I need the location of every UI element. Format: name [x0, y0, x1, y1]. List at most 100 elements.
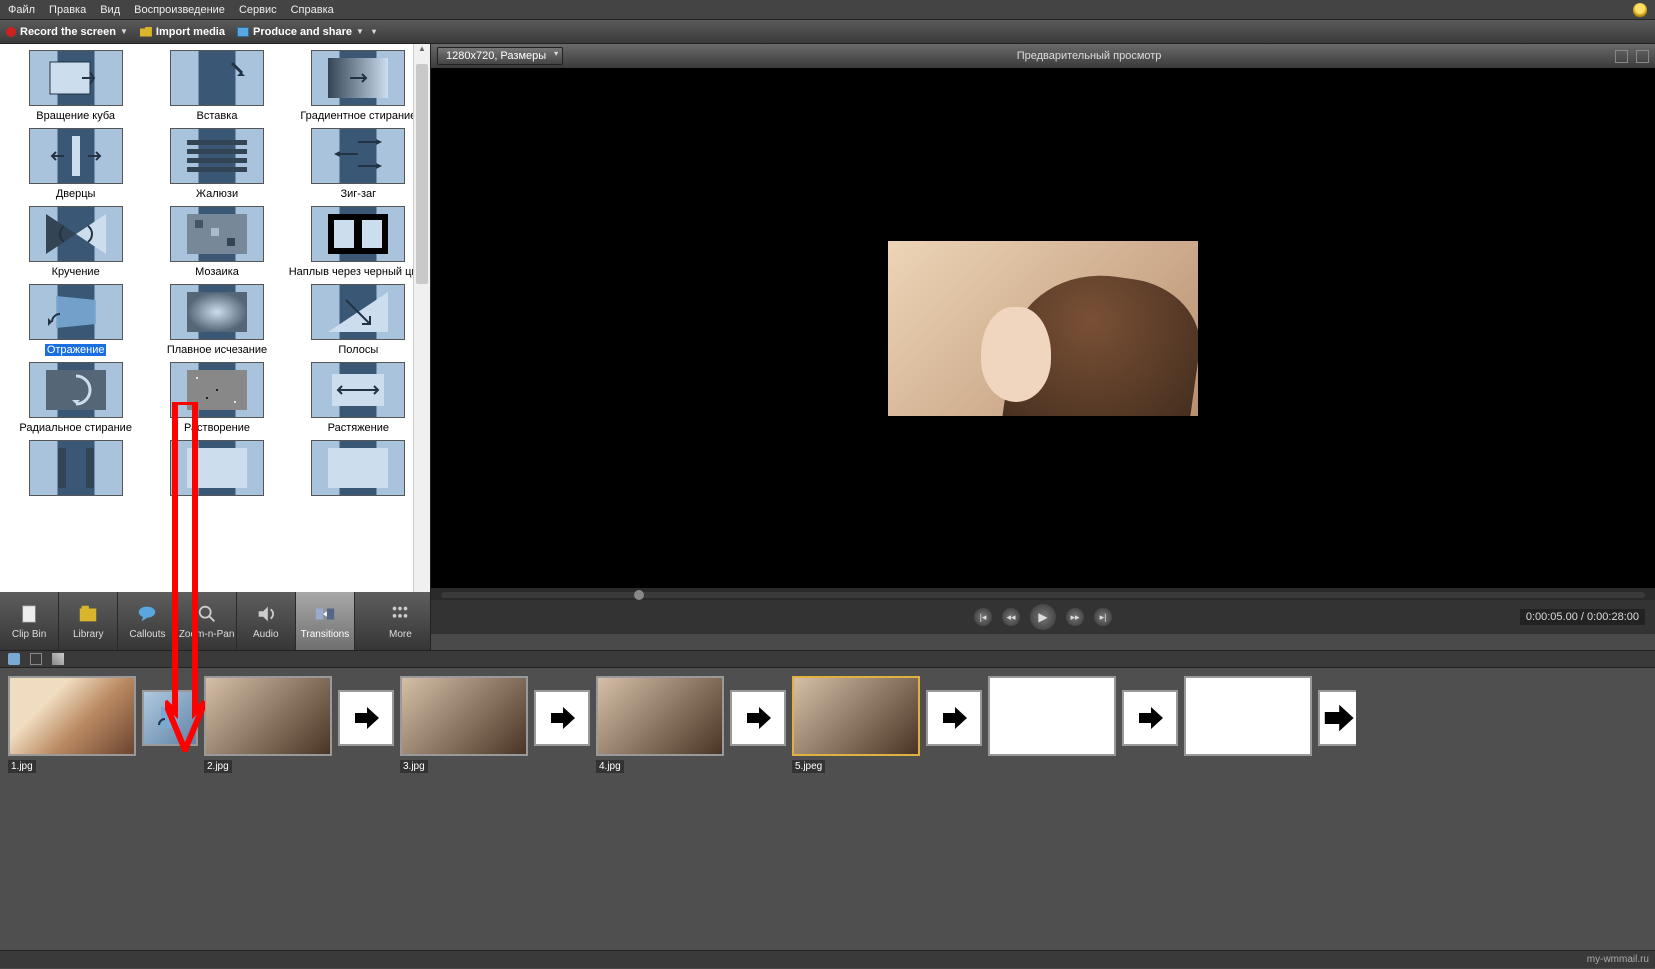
editor-tab-strip: Clip Bin LibraryCalloutsZoom-n-Pan Audio Tr…: [0, 592, 430, 650]
fullscreen-icon[interactable]: [1615, 50, 1628, 63]
time-display: 0:00:05.00 / 0:00:28:00: [1520, 609, 1645, 625]
transitions-scrollbar[interactable]: ▲ ▼: [413, 44, 430, 634]
timeline-clip[interactable]: 2.jpg: [204, 676, 332, 773]
tab-transitions[interactable]: Transitions: [296, 592, 355, 650]
scroll-up-icon[interactable]: ▲: [414, 44, 430, 61]
import-media-button[interactable]: Import media: [140, 26, 225, 38]
transition-label: Мозаика: [147, 266, 286, 278]
transition-item[interactable]: Мозаика: [147, 206, 286, 278]
tool-cursor-icon[interactable]: [52, 653, 64, 665]
transition-item[interactable]: Радиальное стирание: [6, 362, 145, 434]
transition-slot[interactable]: [338, 690, 394, 746]
transition-item[interactable]: Кручение: [6, 206, 145, 278]
dimensions-dropdown[interactable]: 1280x720, Размеры: [437, 47, 563, 65]
transition-item[interactable]: [6, 440, 145, 500]
tab-label: More: [389, 629, 412, 640]
scrollbar-thumb[interactable]: [416, 64, 428, 284]
transition-item[interactable]: Вращение куба: [6, 50, 145, 122]
transition-label: Зиг-заг: [289, 188, 428, 200]
seek-bar[interactable]: [441, 592, 1645, 598]
transition-thumb: [170, 440, 264, 496]
popout-icon[interactable]: [1636, 50, 1649, 63]
tab-library[interactable]: Library: [59, 592, 118, 650]
clip-thumbnail: [596, 676, 724, 756]
clip-filename: 3.jpg: [400, 760, 428, 773]
transition-thumb: [29, 284, 123, 340]
transition-item[interactable]: [147, 440, 286, 500]
transition-thumb: [311, 284, 405, 340]
transition-item[interactable]: Дверцы: [6, 128, 145, 200]
transition-slot[interactable]: [926, 690, 982, 746]
transition-item[interactable]: Жалюзи: [147, 128, 286, 200]
tip-bulb-icon[interactable]: [1633, 3, 1647, 17]
transition-label: Отражение: [45, 344, 107, 356]
timeline-clip[interactable]: 1.jpg: [8, 676, 136, 773]
timeline-clip[interactable]: [988, 676, 1116, 760]
step-forward-button[interactable]: ▸▸: [1066, 608, 1084, 626]
clip-thumbnail: [8, 676, 136, 756]
transition-item[interactable]: Зиг-заг: [289, 128, 428, 200]
tab-callouts[interactable]: Callouts: [118, 592, 177, 650]
menu-service[interactable]: Сервис: [239, 4, 277, 16]
folder-icon: [140, 27, 152, 37]
menu-file[interactable]: Файл: [8, 4, 35, 16]
tab-zoom-n-pan[interactable]: Zoom-n-Pan: [178, 592, 237, 650]
tab-more[interactable]: More: [371, 592, 430, 650]
transition-item[interactable]: Вставка: [147, 50, 286, 122]
transition-item[interactable]: Плавное исчезание: [147, 284, 286, 356]
tool-cut-icon[interactable]: [8, 653, 20, 665]
tool-crop-icon[interactable]: [30, 653, 42, 665]
timeline-clip[interactable]: 5.jpeg: [792, 676, 920, 773]
clip-thumbnail: [792, 676, 920, 756]
transition-label: Вращение куба: [6, 110, 145, 122]
timeline-clip[interactable]: [1184, 676, 1312, 760]
action-bar: Record the screen▼ Import media Produce …: [0, 20, 1655, 44]
transition-label: Радиальное стирание: [6, 422, 145, 434]
menu-playback[interactable]: Воспроизведение: [134, 4, 225, 16]
playback-controls: |◂ ◂◂ ▶ ▸▸ ▸| 0:00:05.00 / 0:00:28:00: [431, 600, 1655, 634]
clip-thumbnail: [1184, 676, 1312, 756]
tab-clip-bin[interactable]: Clip Bin: [0, 592, 59, 650]
preview-panel: 1280x720, Размеры Предварительный просмо…: [430, 44, 1655, 634]
menu-help[interactable]: Справка: [291, 4, 334, 16]
menu-view[interactable]: Вид: [100, 4, 120, 16]
goto-end-button[interactable]: ▸|: [1094, 608, 1112, 626]
produce-share-button[interactable]: Produce and share▼ ▾: [237, 26, 376, 38]
timeline-clip[interactable]: 4.jpg: [596, 676, 724, 773]
tab-audio[interactable]: Audio: [237, 592, 296, 650]
preview-canvas: [431, 68, 1655, 588]
transition-label: Плавное исчезание: [147, 344, 286, 356]
transition-thumb: [170, 50, 264, 106]
transition-thumb: [29, 50, 123, 106]
timeline-clip[interactable]: 3.jpg: [400, 676, 528, 773]
transition-thumb: [29, 440, 123, 496]
transition-item[interactable]: Наплыв через черный цвет: [289, 206, 428, 278]
transition-slot[interactable]: [534, 690, 590, 746]
play-button[interactable]: ▶: [1030, 604, 1056, 630]
transition-item[interactable]: Растяжение: [289, 362, 428, 434]
transition-slot[interactable]: [1122, 690, 1178, 746]
transition-item[interactable]: Отражение: [6, 284, 145, 356]
transition-slot[interactable]: [730, 690, 786, 746]
transition-item[interactable]: Градиентное стирание: [289, 50, 428, 122]
record-screen-button[interactable]: Record the screen▼: [6, 26, 128, 38]
transition-item[interactable]: [289, 440, 428, 500]
timeline[interactable]: 1.jpg 2.jpg 3.jpg 4.jpg 5.jpeg: [0, 668, 1655, 950]
tab-label: Clip Bin: [12, 629, 46, 640]
transition-label: Жалюзи: [147, 188, 286, 200]
transition-thumb: [311, 128, 405, 184]
menu-edit[interactable]: Правка: [49, 4, 86, 16]
transition-label: Растяжение: [289, 422, 428, 434]
record-icon: [6, 27, 16, 37]
transition-item[interactable]: Растворение: [147, 362, 286, 434]
transition-item[interactable]: Полосы: [289, 284, 428, 356]
footer: my-wmmail.ru: [0, 950, 1655, 968]
tab-label: Audio: [253, 629, 279, 640]
transition-slot[interactable]: [142, 690, 198, 746]
goto-start-button[interactable]: |◂: [974, 608, 992, 626]
transition-slot[interactable]: [1318, 690, 1356, 746]
clip-thumbnail: [400, 676, 528, 756]
clip-filename: 1.jpg: [8, 760, 36, 773]
transition-thumb: [170, 128, 264, 184]
step-back-button[interactable]: ◂◂: [1002, 608, 1020, 626]
